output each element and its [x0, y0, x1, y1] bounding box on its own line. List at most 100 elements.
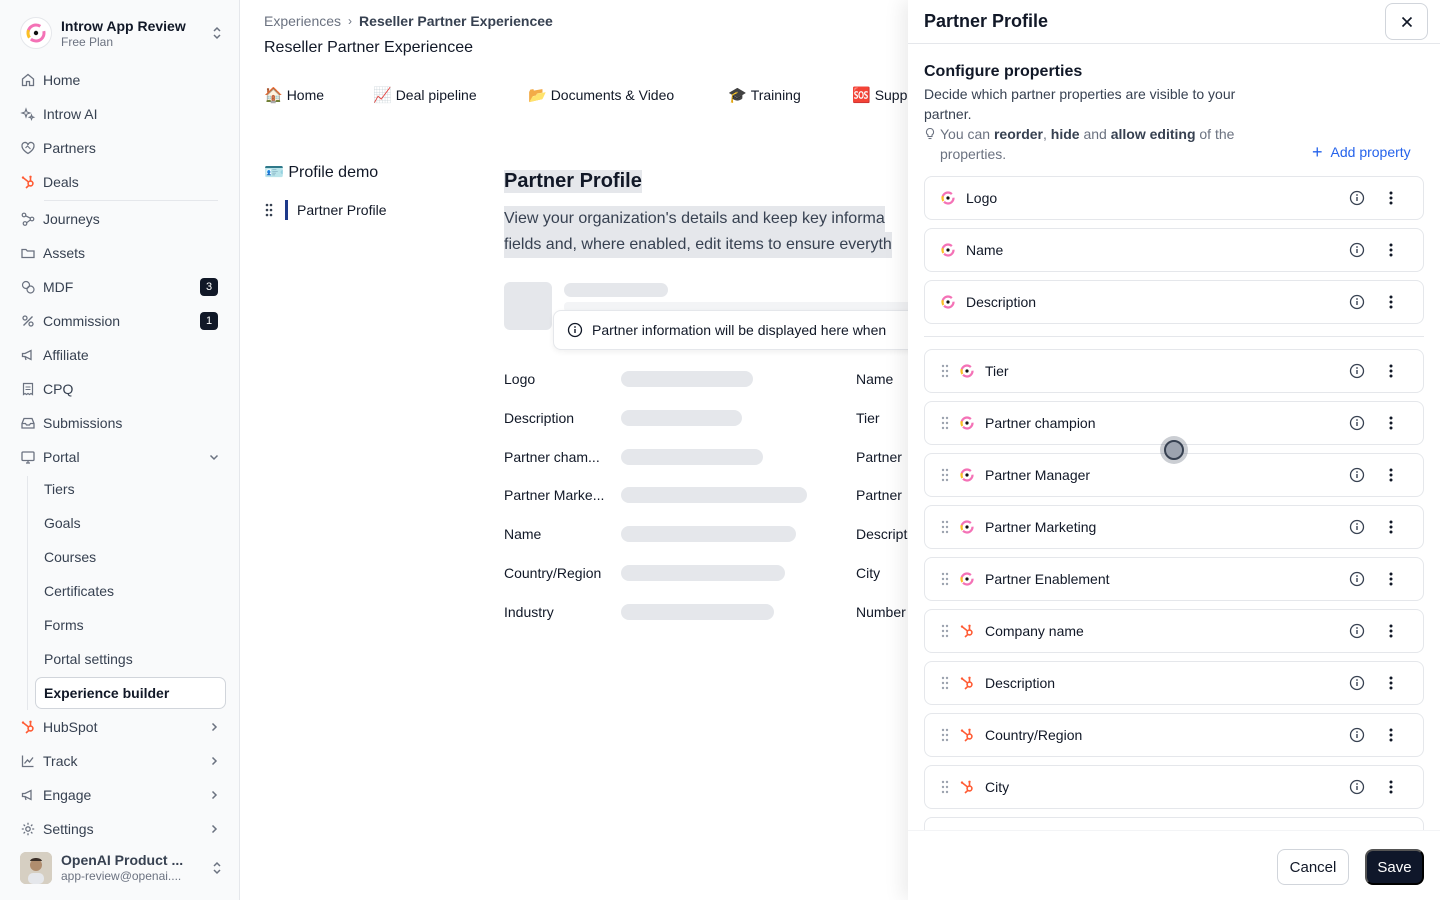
drag-handle-icon[interactable] [940, 728, 950, 742]
sidebar-item-journeys[interactable]: Journeys [20, 205, 224, 233]
info-icon[interactable] [1349, 571, 1365, 587]
property-row-country-region[interactable]: Country/Region [924, 713, 1424, 757]
more-vertical-icon[interactable] [1383, 571, 1399, 587]
introw-logo-icon [959, 363, 975, 379]
cancel-button[interactable]: Cancel [1277, 849, 1349, 885]
sidebar-item-introw-ai[interactable]: Introw AI [20, 100, 224, 128]
sidebar-item-engage[interactable]: Engage [20, 781, 224, 809]
more-vertical-icon[interactable] [1383, 190, 1399, 206]
count-badge: 1 [200, 312, 218, 330]
tab-training[interactable]: 🎓 Training [728, 86, 801, 104]
preview-description: View your organization's details and kee… [504, 206, 908, 258]
sidebar-sub-tiers[interactable]: Tiers [44, 475, 75, 503]
sidebar-item-label: Assets [43, 245, 86, 261]
info-icon[interactable] [1349, 294, 1365, 310]
sidebar-item-home[interactable]: Home [20, 66, 224, 94]
more-vertical-icon[interactable] [1383, 727, 1399, 743]
more-vertical-icon[interactable] [1383, 415, 1399, 431]
property-row-tier[interactable]: Tier [924, 349, 1424, 393]
sidebar-sub-goals[interactable]: Goals [44, 509, 81, 537]
tab-deal-pipeline[interactable]: 📈 Deal pipeline [373, 86, 477, 104]
info-message: Partner information will be displayed he… [553, 310, 933, 350]
count-badge: 3 [200, 278, 218, 296]
sidebar-item-track[interactable]: Track [20, 747, 224, 775]
drag-handle-icon[interactable] [940, 520, 950, 534]
tab-documents-video[interactable]: 📂 Documents & Video [528, 86, 674, 104]
more-vertical-icon[interactable] [1383, 294, 1399, 310]
drag-handle-icon[interactable] [940, 364, 950, 378]
property-row-company-name[interactable]: Company name [924, 609, 1424, 653]
sidebar-item-deals[interactable]: Deals [20, 168, 224, 196]
megaphone-icon [20, 347, 36, 363]
introw-logo-icon [940, 190, 956, 206]
tab-label: Documents & Video [550, 87, 675, 103]
property-row-partner-enablement[interactable]: Partner Enablement [924, 557, 1424, 601]
property-row-logo[interactable]: Logo [924, 176, 1424, 220]
drag-handle-icon[interactable] [940, 780, 950, 794]
drag-handle-icon[interactable] [940, 624, 950, 638]
more-vertical-icon[interactable] [1383, 623, 1399, 639]
info-icon[interactable] [1349, 467, 1365, 483]
tab-home[interactable]: 🏠 Home [264, 86, 324, 104]
chevron-right-icon [208, 721, 220, 733]
info-icon[interactable] [1349, 727, 1365, 743]
sidebar-item-partners[interactable]: Partners [20, 134, 224, 162]
user-menu[interactable]: OpenAI Product ... app-review@openai.... [20, 850, 224, 886]
sidebar-item-affiliate[interactable]: Affiliate [20, 341, 224, 369]
sidebar-item-portal[interactable]: Portal [20, 443, 224, 471]
more-vertical-icon[interactable] [1383, 779, 1399, 795]
property-row-city[interactable]: City [924, 765, 1424, 809]
mouse-cursor [1160, 436, 1188, 464]
left-panel-item-partner-profile[interactable]: Partner Profile [264, 199, 386, 221]
save-button[interactable]: Save [1365, 849, 1424, 885]
sidebar-item-label: Partners [43, 140, 96, 156]
drag-handle-icon[interactable] [940, 468, 950, 482]
sidebar-item-commission[interactable]: Commission 1 [20, 307, 224, 335]
sidebar-item-settings[interactable]: Settings [20, 815, 224, 843]
add-property-button[interactable]: + Add property [1312, 143, 1411, 161]
info-icon[interactable] [1349, 623, 1365, 639]
property-row-description[interactable]: Description [924, 280, 1424, 324]
sidebar-sub-certificates[interactable]: Certificates [44, 577, 114, 605]
chevron-down-icon [208, 451, 220, 463]
info-icon[interactable] [1349, 242, 1365, 258]
info-icon[interactable] [1349, 675, 1365, 691]
close-button[interactable] [1385, 3, 1428, 40]
property-row-description[interactable]: Description [924, 661, 1424, 705]
info-icon[interactable] [1349, 519, 1365, 535]
info-icon[interactable] [1349, 363, 1365, 379]
tab-supp[interactable]: 🆘 Supp [852, 86, 907, 104]
workspace-switcher[interactable]: Introw App Review Free Plan [20, 14, 224, 52]
sidebar-item-assets[interactable]: Assets [20, 239, 224, 267]
more-vertical-icon[interactable] [1383, 519, 1399, 535]
sidebar-sub-portal-settings[interactable]: Portal settings [44, 645, 133, 673]
user-name: OpenAI Product ... [61, 852, 184, 868]
more-vertical-icon[interactable] [1383, 467, 1399, 483]
handshake-icon [20, 140, 36, 156]
drag-handle-icon[interactable] [940, 572, 950, 586]
tab-label: Deal pipeline [395, 87, 477, 103]
field-label: Name [856, 371, 894, 387]
sidebar-item-mdf[interactable]: MDF 3 [20, 273, 224, 301]
more-vertical-icon[interactable] [1383, 363, 1399, 379]
drag-handle-icon[interactable] [940, 416, 950, 430]
property-label: Tier [985, 363, 1009, 379]
sidebar-item-cpq[interactable]: CPQ [20, 375, 224, 403]
info-icon[interactable] [1349, 190, 1365, 206]
sidebar-sub-experience-builder[interactable]: Experience builder [35, 677, 226, 709]
sidebar-sub-forms[interactable]: Forms [44, 611, 84, 639]
sidebar-item-submissions[interactable]: Submissions [20, 409, 224, 437]
info-icon[interactable] [1349, 415, 1365, 431]
info-icon[interactable] [1349, 779, 1365, 795]
drag-handle-icon[interactable] [264, 203, 274, 217]
sidebar-item-hubspot[interactable]: HubSpot [20, 713, 224, 741]
property-row-partner-marketing[interactable]: Partner Marketing [924, 505, 1424, 549]
add-property-label: Add property [1330, 144, 1411, 160]
sidebar-sub-courses[interactable]: Courses [44, 543, 96, 571]
drag-handle-icon[interactable] [940, 676, 950, 690]
breadcrumb-parent[interactable]: Experiences [264, 13, 341, 29]
more-vertical-icon[interactable] [1383, 675, 1399, 691]
tab-emoji-icon: 🎓 [728, 87, 747, 104]
more-vertical-icon[interactable] [1383, 242, 1399, 258]
property-row-name[interactable]: Name [924, 228, 1424, 272]
